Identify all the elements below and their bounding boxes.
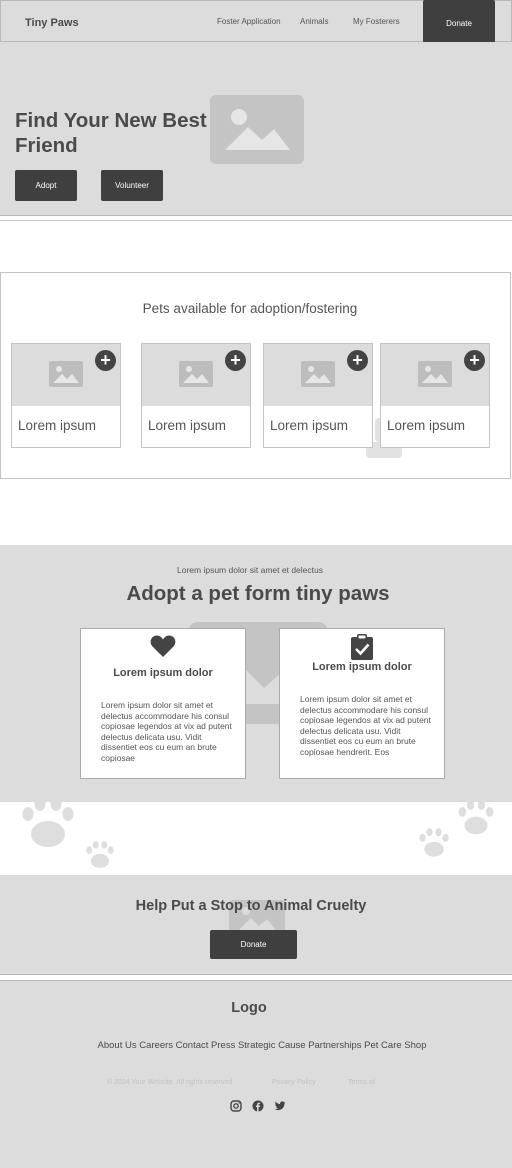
section-divider: [0, 220, 512, 222]
pet-card-label: Lorem ipsum: [18, 418, 97, 433]
feature-card: Lorem ipsum dolor Lorem ipsum dolor sit …: [279, 628, 445, 779]
image-placeholder-icon: [301, 361, 335, 387]
feature-body: Lorem ipsum dolor sit amet et delectus a…: [101, 700, 232, 763]
pet-image-placeholder: +: [142, 344, 250, 406]
footer-terms-link[interactable]: Terms of: [348, 1079, 375, 1086]
plus-circle-icon[interactable]: +: [225, 350, 246, 371]
cruelty-donate-button[interactable]: Donate: [210, 930, 297, 959]
paw-icon: [458, 800, 494, 835]
pets-section-title: Pets available for adoption/fostering: [142, 301, 358, 316]
instagram-icon[interactable]: [230, 1100, 242, 1112]
image-placeholder-icon: [418, 361, 452, 387]
image-placeholder-icon: [49, 361, 83, 387]
feature-title: Lorem ipsum dolor: [312, 661, 412, 673]
plus-circle-icon[interactable]: +: [347, 350, 368, 371]
feature-body: Lorem ipsum dolor sit amet et delectus a…: [300, 694, 431, 757]
twitter-icon[interactable]: [274, 1100, 286, 1112]
pet-card[interactable]: + Lorem ipsum: [141, 343, 251, 448]
adopt-kicker: Lorem ipsum dolor sit amet et delectus: [177, 565, 323, 575]
brand-logo[interactable]: Tiny Paws: [25, 17, 79, 29]
nav-my-fosterers[interactable]: My Fosterers: [353, 17, 400, 26]
pet-card-label: Lorem ipsum: [148, 418, 227, 433]
footer-copyright: © 2024 Your Website. All rights reserved…: [107, 1079, 235, 1086]
pet-card[interactable]: + Lorem ipsum: [263, 343, 373, 448]
adopt-button[interactable]: Adopt: [15, 170, 77, 201]
plus-circle-icon[interactable]: +: [95, 350, 116, 371]
pet-image-placeholder: +: [264, 344, 372, 406]
volunteer-button[interactable]: Volunteer: [101, 170, 163, 201]
nav-animals[interactable]: Animals: [300, 17, 328, 26]
pet-image-placeholder: +: [12, 344, 120, 406]
header-donate-button[interactable]: Donate: [423, 0, 495, 46]
footer-privacy-link[interactable]: Privacy Policy: [272, 1079, 316, 1086]
adopt-title: Adopt a pet form tiny paws: [126, 582, 390, 605]
pet-card[interactable]: + Lorem ipsum: [11, 343, 121, 448]
cruelty-title: Help Put a Stop to Animal Cruelty: [135, 898, 367, 914]
pet-card-label: Lorem ipsum: [387, 418, 466, 433]
facebook-icon[interactable]: [252, 1100, 264, 1112]
footer-logo: Logo: [231, 1000, 267, 1016]
nav-foster-application[interactable]: Foster Application: [217, 17, 281, 26]
paw-icon: [419, 828, 449, 857]
image-placeholder-icon: [179, 361, 213, 387]
hero-title: Find Your New Best Friend: [15, 109, 207, 157]
footer-links[interactable]: About Us Careers Contact Press Strategic…: [0, 1040, 512, 1051]
feature-title: Lorem ipsum dolor: [113, 667, 213, 679]
pet-card[interactable]: + Lorem ipsum: [380, 343, 490, 448]
pet-image-placeholder: +: [381, 344, 489, 406]
feature-card: Lorem ipsum dolor Lorem ipsum dolor sit …: [80, 628, 246, 779]
pet-card-label: Lorem ipsum: [270, 418, 349, 433]
paw-icon: [22, 798, 74, 847]
clipboard-check-icon: [351, 634, 373, 660]
paw-icon: [86, 841, 114, 868]
heart-icon: [150, 635, 176, 657]
plus-circle-icon[interactable]: +: [464, 350, 485, 371]
